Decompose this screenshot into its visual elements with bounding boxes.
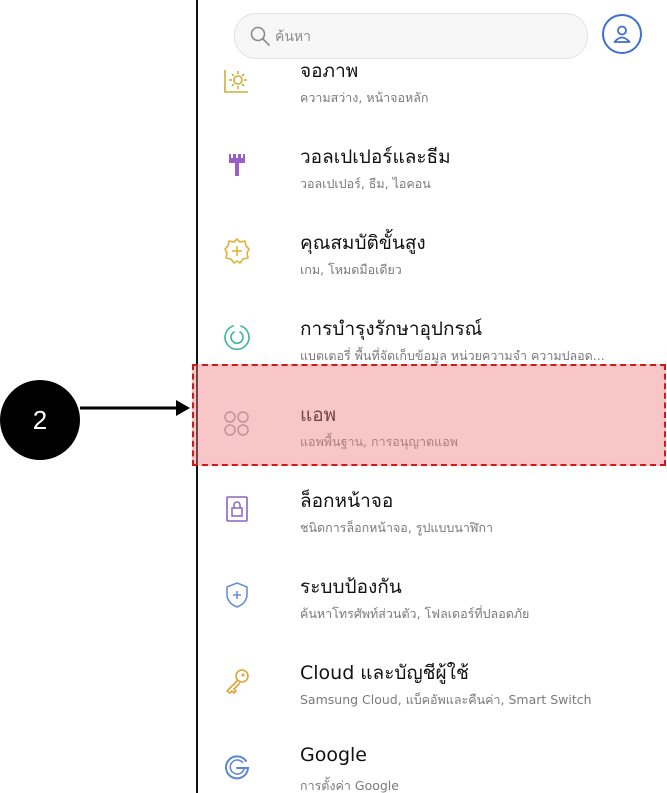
settings-item-title: การบำรุงรักษาอุปกรณ์: [300, 318, 483, 340]
settings-item-title: วอลเปเปอร์และธีม: [300, 146, 451, 168]
settings-item-subtitle: วอลเปเปอร์, ธีม, ไอคอน: [300, 176, 431, 191]
settings-item-subtitle: Samsung Cloud, แบ็คอัพและคืนค่า, Smart S…: [300, 692, 592, 707]
settings-item-title: ระบบป้องกัน: [300, 576, 402, 598]
settings-item-advanced-features[interactable]: คุณสมบัติขั้นสูง เกม, โหมดมือเดียว: [198, 210, 667, 296]
settings-item-subtitle: ค้นหาโทรศัพท์ส่วนตัว, โฟลเดอร์ที่ปลอดภัย: [300, 606, 530, 621]
settings-item-title: คุณสมบัติขั้นสูง: [300, 232, 426, 254]
settings-item-title: Cloud และบัญชีผู้ใช้: [300, 662, 469, 684]
profile-icon: [613, 25, 631, 43]
shield-icon: [222, 580, 252, 610]
settings-item-subtitle: ชนิดการล็อกหน้าจอ, รูปแบบนาฬิกา: [300, 520, 494, 535]
gear-plus-icon: [222, 236, 252, 266]
paintbrush-icon: [222, 150, 252, 180]
settings-item-display[interactable]: จอภาพ ความสว่าง, หน้าจอหลัก: [198, 62, 667, 120]
settings-item-security[interactable]: ระบบป้องกัน ค้นหาโทรศัพท์ส่วนตัว, โฟลเดอ…: [198, 554, 667, 640]
device-care-icon: [222, 322, 252, 352]
settings-item-title: Google: [300, 744, 368, 766]
settings-item-subtitle: การตั้งค่า Google: [300, 778, 399, 793]
highlight-box: [192, 364, 666, 466]
display-brightness-icon: [222, 66, 252, 96]
settings-item-title: ล็อกหน้าจอ: [300, 490, 394, 512]
lock-screen-icon: [222, 494, 252, 524]
google-icon: [222, 752, 252, 782]
settings-item-subtitle: ความสว่าง, หน้าจอหลัก: [300, 90, 429, 105]
settings-item-subtitle: เกม, โหมดมือเดียว: [300, 262, 402, 277]
search-input[interactable]: [273, 14, 577, 60]
settings-item-google[interactable]: Google การตั้งค่า Google: [198, 726, 667, 793]
settings-item-wallpaper-themes[interactable]: วอลเปเปอร์และธีม วอลเปเปอร์, ธีม, ไอคอน: [198, 124, 667, 210]
settings-item-lock-screen[interactable]: ล็อกหน้าจอ ชนิดการล็อกหน้าจอ, รูปแบบนาฬิ…: [198, 468, 667, 554]
settings-item-cloud-accounts[interactable]: Cloud และบัญชีผู้ใช้ Samsung Cloud, แบ็ค…: [198, 640, 667, 726]
step-number-badge: 2: [0, 380, 80, 460]
settings-item-subtitle: แบตเตอรี่ พื้นที่จัดเก็บข้อมูล หน่วยความ…: [300, 348, 605, 363]
arrow-icon: [80, 400, 190, 416]
search-bar[interactable]: [234, 13, 588, 60]
settings-item-title: จอภาพ: [300, 62, 359, 82]
profile-button[interactable]: [602, 14, 642, 54]
search-icon: [249, 25, 271, 47]
key-icon: [222, 666, 252, 696]
